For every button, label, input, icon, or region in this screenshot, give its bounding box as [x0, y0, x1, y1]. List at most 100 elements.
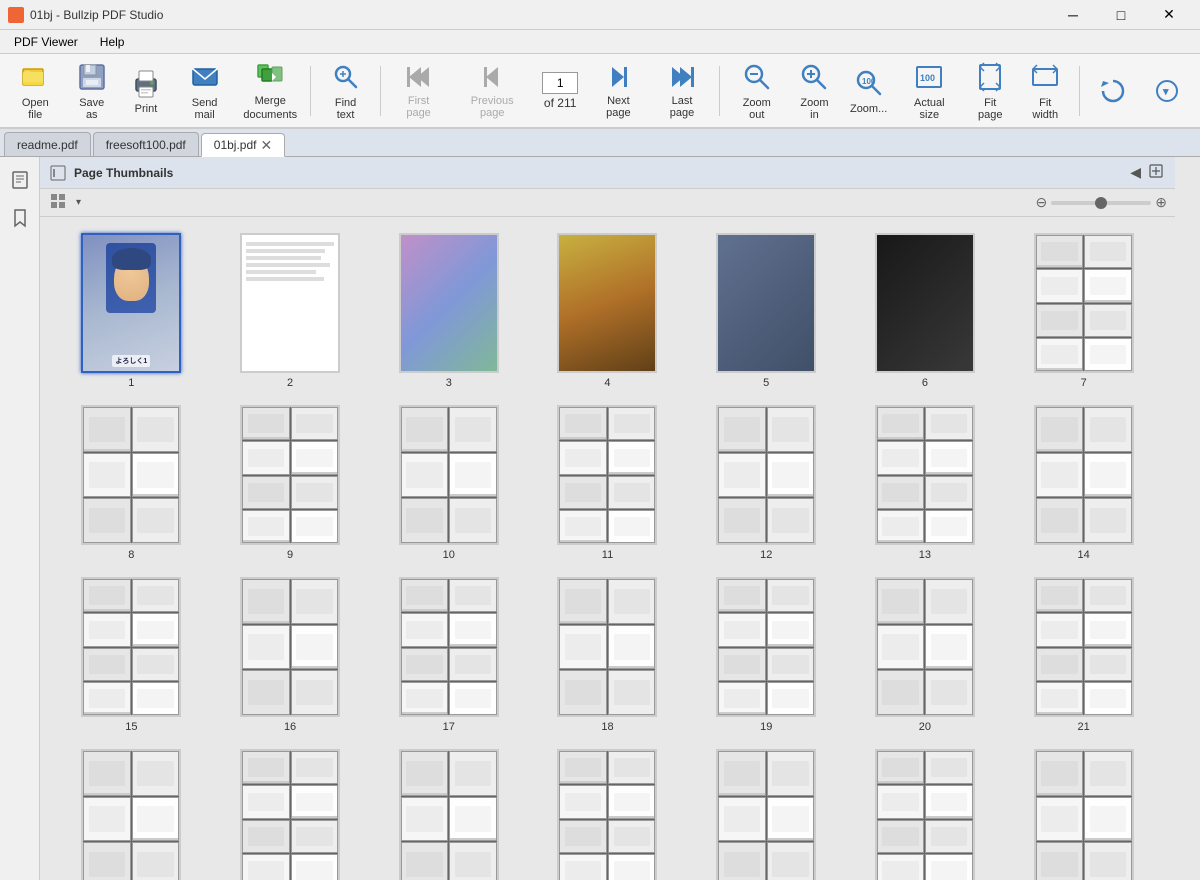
panel-expand-button[interactable]	[1147, 162, 1165, 183]
thumbnail-item[interactable]: 7	[1008, 233, 1159, 389]
open-file-button[interactable]: Open file	[8, 59, 63, 123]
thumbnail-item[interactable]: 12	[691, 405, 842, 561]
zoom-slider-minus[interactable]: ⊖	[1036, 194, 1048, 211]
fit-width-button[interactable]: Fit width	[1019, 59, 1071, 123]
first-page-button[interactable]: First page	[389, 59, 448, 123]
thumbnail-image[interactable]	[240, 749, 340, 880]
zoom-slider-handle[interactable]	[1095, 197, 1107, 209]
thumbnail-image[interactable]: よろしく1	[81, 233, 181, 373]
thumbnail-item[interactable]: 27	[850, 749, 1001, 880]
thumbnail-image[interactable]	[1034, 405, 1134, 545]
thumbnail-item[interactable]: 3	[373, 233, 524, 389]
refresh-button[interactable]	[1088, 59, 1138, 123]
thumbnail-item[interactable]: 14	[1008, 405, 1159, 561]
svg-text:100: 100	[862, 77, 876, 86]
tab-01bj[interactable]: 01bj.pdf ✕	[201, 133, 285, 157]
thumbnail-item[interactable]: 20	[850, 577, 1001, 733]
zoom-slider-plus[interactable]: ⊕	[1155, 194, 1167, 211]
last-page-button[interactable]: Last page	[653, 59, 712, 123]
thumbnail-item[interactable]: 26	[691, 749, 842, 880]
thumbnail-image[interactable]	[716, 577, 816, 717]
page-number-input[interactable]	[542, 72, 578, 94]
send-mail-button[interactable]: Send mail	[175, 59, 234, 123]
zoom-in-button[interactable]: Zoom in	[789, 59, 839, 123]
thumbnail-image[interactable]	[399, 233, 499, 373]
zoom-custom-button[interactable]: 100 Zoom...	[844, 59, 894, 123]
thumbnail-item[interactable]: よろしく1 1	[56, 233, 207, 389]
main-area: Page Thumbnails ◀	[0, 157, 1200, 880]
thumbnail-image[interactable]	[240, 405, 340, 545]
panel-pages-button[interactable]	[5, 165, 35, 195]
thumbnail-item[interactable]: 16	[215, 577, 366, 733]
next-page-button[interactable]: Next page	[588, 59, 648, 123]
thumbnail-image[interactable]	[240, 577, 340, 717]
close-button[interactable]: ✕	[1146, 0, 1192, 30]
merge-docs-button[interactable]: Merge documents	[238, 59, 302, 123]
thumbnail-image[interactable]	[875, 577, 975, 717]
zoom-out-button[interactable]: Zoom out	[728, 59, 785, 123]
thumbnail-image[interactable]	[1034, 233, 1134, 373]
thumbnail-image[interactable]	[1034, 749, 1134, 880]
thumbnail-image[interactable]	[557, 749, 657, 880]
menu-help[interactable]: Help	[90, 33, 135, 51]
minimize-button[interactable]: ─	[1050, 0, 1096, 30]
thumbnail-item[interactable]: 17	[373, 577, 524, 733]
thumbnail-image[interactable]	[81, 577, 181, 717]
find-text-button[interactable]: Find text	[319, 59, 372, 123]
thumbnail-item[interactable]: 21	[1008, 577, 1159, 733]
tab-freesoft[interactable]: freesoft100.pdf	[93, 132, 199, 156]
thumbnail-image[interactable]	[1034, 577, 1134, 717]
thumbnail-image[interactable]	[81, 749, 181, 880]
thumbnail-number: 12	[760, 549, 772, 561]
thumbnail-image[interactable]	[557, 577, 657, 717]
thumbnail-item[interactable]: 24	[373, 749, 524, 880]
merge-docs-icon	[254, 59, 286, 91]
thumbnail-item[interactable]: 10	[373, 405, 524, 561]
actual-size-button[interactable]: 100 Actual size	[898, 59, 961, 123]
thumbnail-item[interactable]: 23	[215, 749, 366, 880]
previous-page-button[interactable]: Previous page	[452, 59, 532, 123]
thumbnail-item[interactable]: 28	[1008, 749, 1159, 880]
thumbnail-image[interactable]	[557, 405, 657, 545]
maximize-button[interactable]: □	[1098, 0, 1144, 30]
thumbnail-item[interactable]: 9	[215, 405, 366, 561]
thumbnail-image[interactable]	[557, 233, 657, 373]
tab-readme[interactable]: readme.pdf	[4, 132, 91, 156]
thumbnail-image[interactable]	[875, 233, 975, 373]
thumbnail-image[interactable]	[716, 233, 816, 373]
thumbnail-item[interactable]: 4	[532, 233, 683, 389]
thumbnail-image[interactable]	[399, 405, 499, 545]
print-button[interactable]: Print	[121, 59, 171, 123]
thumbnail-item[interactable]: 6	[850, 233, 1001, 389]
thumbnail-image[interactable]	[716, 405, 816, 545]
tab-close-icon[interactable]: ✕	[260, 137, 272, 154]
dropdown-arrow[interactable]: ▾	[76, 197, 81, 208]
thumbnail-image[interactable]	[399, 577, 499, 717]
thumbnail-item[interactable]: 8	[56, 405, 207, 561]
fit-page-button[interactable]: Fit page	[965, 59, 1015, 123]
thumbnail-image[interactable]	[81, 405, 181, 545]
thumbnail-item[interactable]: 5	[691, 233, 842, 389]
thumbnail-item[interactable]: 13	[850, 405, 1001, 561]
thumbnail-item[interactable]: 18	[532, 577, 683, 733]
menu-pdf-viewer[interactable]: PDF Viewer	[4, 33, 88, 51]
save-as-button[interactable]: Save as	[67, 59, 117, 123]
thumbnail-item[interactable]: 15	[56, 577, 207, 733]
thumbnail-image[interactable]	[240, 233, 340, 373]
thumbnail-item[interactable]: 19	[691, 577, 842, 733]
thumbnail-item[interactable]: 22	[56, 749, 207, 880]
zoom-slider[interactable]	[1051, 201, 1151, 205]
thumbnail-item[interactable]: 2	[215, 233, 366, 389]
view-options-button[interactable]	[48, 191, 72, 214]
panel-collapse-icon[interactable]	[50, 165, 66, 181]
thumbnail-image[interactable]	[399, 749, 499, 880]
thumbnail-image[interactable]	[875, 405, 975, 545]
extra-button[interactable]: ▾	[1142, 59, 1192, 123]
thumbnail-image[interactable]	[875, 749, 975, 880]
thumbnail-item[interactable]: 25	[532, 749, 683, 880]
page-count: of 211	[544, 96, 576, 110]
thumbnail-item[interactable]: 11	[532, 405, 683, 561]
panel-bookmark-button[interactable]	[5, 203, 35, 233]
thumbnail-image[interactable]	[716, 749, 816, 880]
panel-prev-button[interactable]: ◀	[1128, 162, 1143, 183]
